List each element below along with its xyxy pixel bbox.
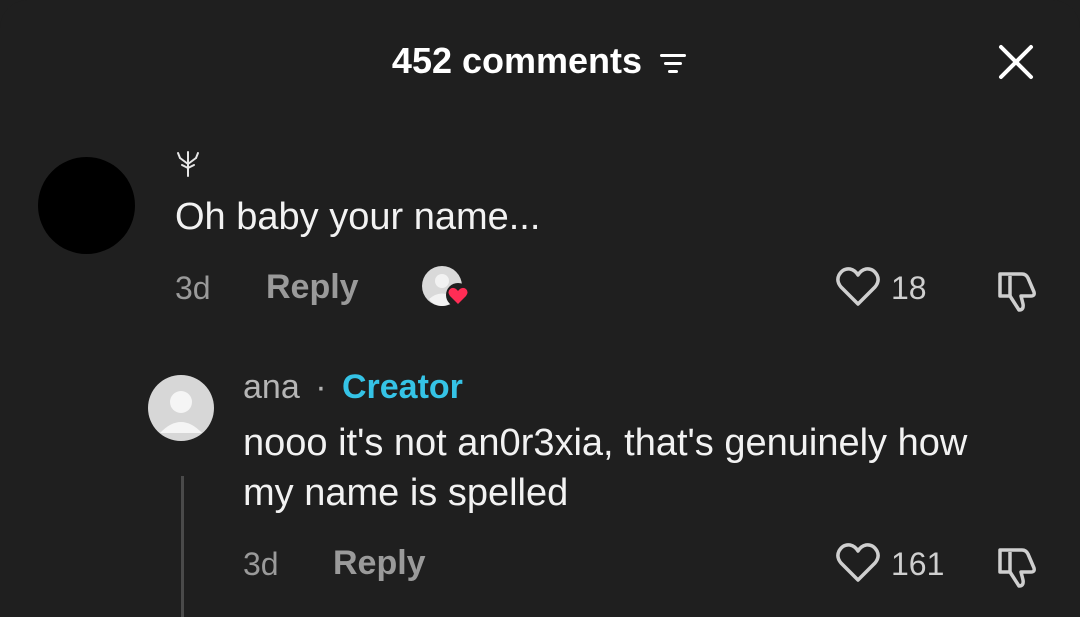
comment-text: Oh baby your name... xyxy=(175,196,541,238)
comments-panel: 452 comments Oh baby your name... 3d Rep… xyxy=(0,0,1080,617)
reply-text: nooo it's not an0r3xia, that's genuinely… xyxy=(243,422,968,514)
default-avatar-icon[interactable] xyxy=(148,375,214,441)
tree-icon[interactable] xyxy=(175,150,201,178)
comments-title[interactable]: 452 comments xyxy=(0,40,1080,84)
comment: Oh baby your name... 3d Reply 18 xyxy=(0,140,1080,330)
comments-header: 452 comments xyxy=(0,28,1080,96)
reply-comment: ana · Creator nooo it's not an0r3xia, th… xyxy=(0,360,1080,617)
filter-icon[interactable] xyxy=(658,42,688,84)
dislike-icon[interactable] xyxy=(994,542,1042,590)
reply-time: 3d xyxy=(243,546,279,582)
creator-badge: Creator xyxy=(341,368,463,406)
reply-button[interactable]: Reply xyxy=(266,268,359,307)
reply-actions: 3d Reply 161 xyxy=(0,538,1080,588)
comment-time: 3d xyxy=(175,270,211,306)
close-icon[interactable] xyxy=(996,42,1036,82)
heart-icon xyxy=(836,267,880,306)
like-count: 18 xyxy=(891,270,927,306)
reply-author-line: ana · Creator xyxy=(243,368,463,407)
dislike-icon[interactable] xyxy=(994,266,1042,314)
like-count: 161 xyxy=(891,546,945,582)
avatar[interactable] xyxy=(38,157,135,254)
comment-actions: 3d Reply 18 xyxy=(0,262,1080,312)
reply-author[interactable]: ana xyxy=(243,368,300,406)
creator-liked-icon xyxy=(420,264,472,312)
heart-icon xyxy=(836,543,880,582)
separator-dot: · xyxy=(315,368,327,406)
reply-button[interactable]: Reply xyxy=(333,544,426,583)
comments-count: 452 comments xyxy=(391,40,643,81)
